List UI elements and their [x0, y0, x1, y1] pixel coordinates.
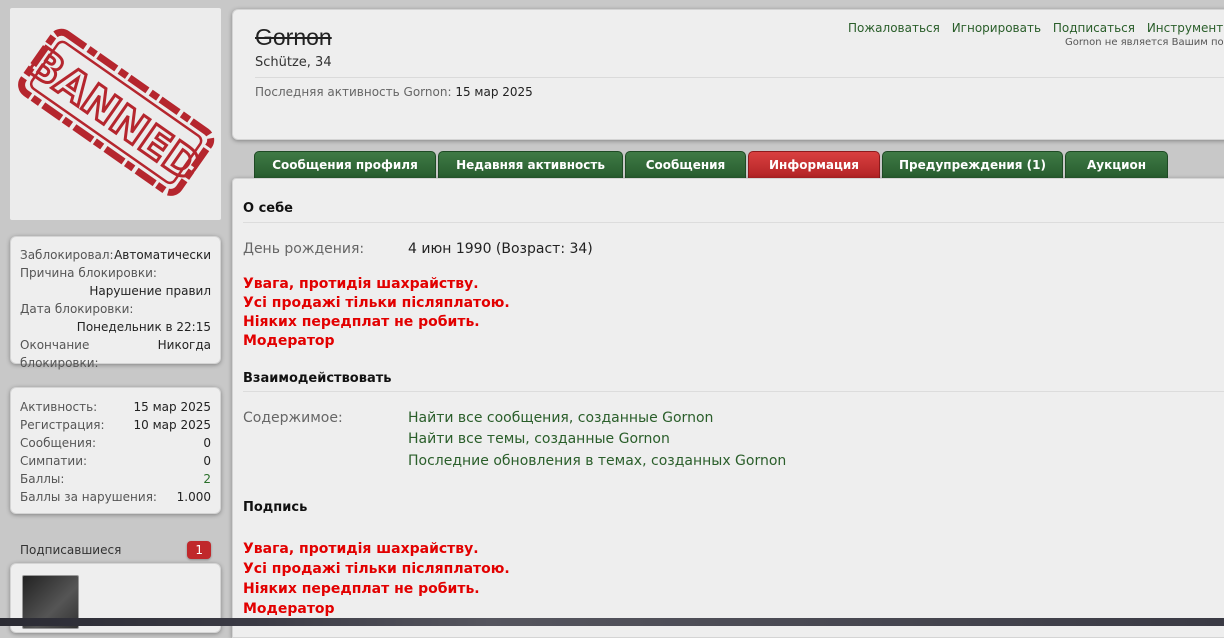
tab-posts[interactable]: Сообщения — [625, 151, 746, 178]
ban-end-label: Окончание блокировки: — [20, 338, 99, 370]
signature-line: Ніяких передплат не робить. — [243, 581, 480, 597]
ban-reason-value: Нарушение правил — [89, 284, 211, 298]
tab-information[interactable]: Информация — [748, 151, 880, 178]
find-all-threads-link[interactable]: Найти все темы, созданные Gornon — [408, 431, 670, 447]
ban-date-value: Понедельник в 22:15 — [76, 320, 211, 334]
stat-row: Баллы: 2 — [20, 470, 211, 488]
interact-divider — [243, 391, 1224, 392]
points-link[interactable]: 2 — [203, 470, 211, 488]
stat-row: Активность: 15 мар 2025 — [20, 400, 211, 414]
followers-header: Подписавшиеся 1 — [20, 539, 211, 561]
moderator-tools-link[interactable]: Инструменты модера — [1147, 21, 1224, 35]
birthday-value: 4 июн 1990 (Возраст: 34) — [408, 241, 593, 257]
ban-info-panel: Заблокировал: Автоматически Причина блоки… — [10, 236, 221, 370]
about-warning-line: Увага, протидія шахрайству. — [243, 276, 479, 292]
signature-heading: Подпись — [243, 500, 308, 515]
ban-date-label: Дата блокировки: — [20, 302, 134, 316]
followers-label: Подписавшиеся — [20, 543, 122, 557]
blocked-by-value: Автоматически — [114, 248, 211, 262]
tab-profile-posts[interactable]: Сообщения профиля — [254, 151, 436, 178]
svg-text:BANNED: BANNED — [19, 37, 210, 191]
banned-stamp-icon: BANNED — [18, 28, 215, 196]
latest-thread-updates-link[interactable]: Последние обновления в темах, созданных … — [408, 453, 786, 469]
username: Gornon — [255, 24, 332, 50]
signature-line: Усі продажі тільки післяплатою. — [243, 561, 510, 577]
profile-info-content: О себе День рождения: 4 июн 1990 (Возрас… — [232, 178, 1224, 638]
ignore-link[interactable]: Игнорировать — [952, 21, 1041, 35]
signature-line: Увага, протидія шахрайству. — [243, 541, 479, 557]
blocked-by-label: Заблокировал: — [20, 248, 114, 262]
profile-header: Gornon Schütze, 34 Последняя активность … — [232, 9, 1224, 140]
user-stats-panel: Активность: 15 мар 2025 Регистрация: 10 ма… — [10, 387, 221, 514]
about-divider — [243, 222, 1224, 223]
about-warning-line: Ніяких передплат не робить. — [243, 314, 480, 330]
tab-recent-activity[interactable]: Недавняя активность — [438, 151, 623, 178]
header-divider — [255, 77, 1224, 78]
stat-row: Сообщения: 0 — [20, 436, 211, 450]
about-warning-line: Усі продажі тільки післяплатою. — [243, 295, 510, 311]
profile-tabs: Сообщения профиля Недавняя активность Со… — [254, 151, 1170, 179]
about-warning-line: Модератор — [243, 333, 335, 349]
taskbar-strip — [0, 618, 1224, 626]
last-activity: Последняя активность Gornon: 15 мар 2025 — [255, 85, 533, 99]
find-all-posts-link[interactable]: Найти все сообщения, созданные Gornon — [408, 410, 713, 426]
tab-auction[interactable]: Аукцион — [1065, 151, 1168, 178]
about-heading: О себе — [243, 201, 293, 216]
birthday-label: День рождения: — [243, 241, 365, 257]
avatar[interactable]: BANNED — [10, 8, 221, 220]
ban-reason-label: Причина блокировки: — [20, 266, 157, 280]
follow-link[interactable]: Подписаться — [1053, 21, 1135, 35]
user-title: Schütze, 34 — [255, 55, 332, 70]
report-link[interactable]: Пожаловаться — [848, 21, 940, 35]
interact-heading: Взаимодействовать — [243, 371, 392, 386]
ban-end-value: Никогда — [157, 338, 211, 352]
profile-actions: Пожаловаться Игнорировать Подписаться Ин… — [848, 21, 1224, 35]
content-label: Содержимое: — [243, 410, 343, 426]
stat-row: Регистрация: 10 мар 2025 — [20, 418, 211, 432]
tab-warnings[interactable]: Предупреждения (1) — [882, 151, 1063, 178]
stat-row: Баллы за нарушения: 1.000 — [20, 490, 211, 504]
stat-row: Симпатии: 0 — [20, 454, 211, 468]
followers-count-badge[interactable]: 1 — [187, 541, 211, 559]
signature-line: Модератор — [243, 601, 335, 617]
not-following-note: Gornon не является Вашим под — [1065, 37, 1224, 48]
